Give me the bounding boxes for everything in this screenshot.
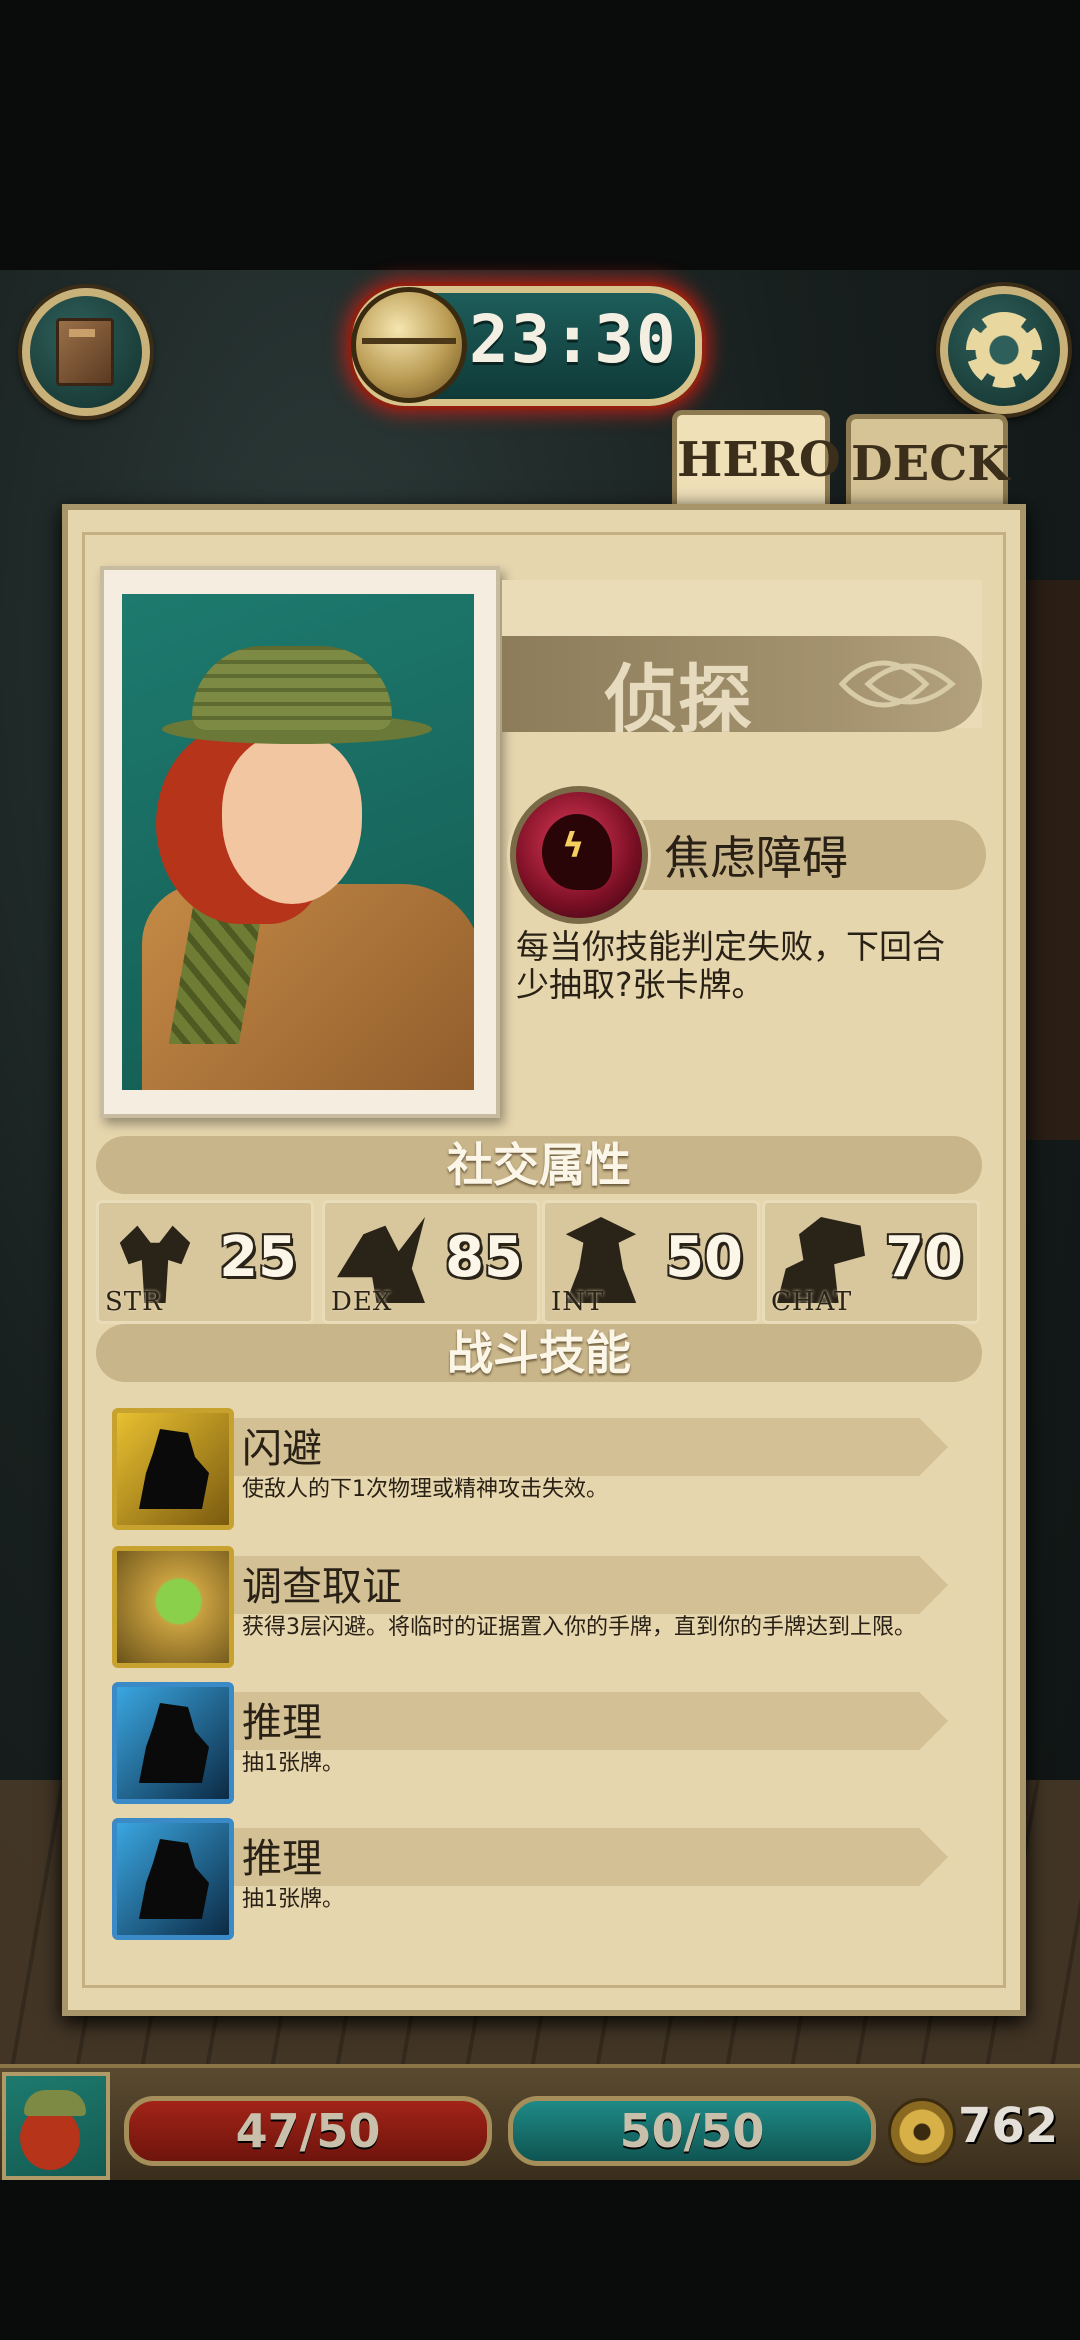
skill-name: 推理 [242, 1836, 322, 1882]
magnifier-icon [112, 1546, 234, 1668]
settings-button[interactable] [940, 286, 1068, 414]
deduction-icon [112, 1818, 234, 1940]
trait-name: 焦虑障碍 [664, 831, 848, 885]
hero-class-name: 侦探 [604, 657, 752, 743]
stat-str[interactable]: STR 25 [96, 1200, 314, 1324]
skill-name: 调查取证 [242, 1564, 402, 1610]
skill-description: 抽1张牌。 [242, 1751, 344, 1776]
tab-hero[interactable]: HERO [672, 410, 841, 519]
timer-text: 23:30 [469, 301, 678, 378]
skill-investigate[interactable]: 调查取证 获得3层闪避。将临时的证据置入你的手牌，直到你的手牌达到上限。 [108, 1546, 968, 1670]
detective-silhouette [139, 1703, 209, 1783]
skill-name-bar [228, 1418, 948, 1476]
sanity-bar: 50/50 [508, 2096, 876, 2166]
skill-name: 推理 [242, 1700, 322, 1746]
anxiety-trait-icon[interactable]: ϟ [510, 786, 648, 924]
skill-description: 使敌人的下1次物理或精神攻击失效。 [242, 1477, 608, 1502]
trait-description: 每当你技能判定失败，下回合少抽取?张卡牌。 [516, 927, 945, 1004]
portrait-hat [192, 646, 392, 730]
running-silhouette [139, 1429, 209, 1509]
stat-chat[interactable]: CHAT 70 [762, 1200, 980, 1324]
timer-orb-icon [351, 287, 467, 403]
stat-value: 85 [445, 1225, 523, 1290]
stat-abbr: INT [551, 1287, 605, 1317]
journal-button[interactable] [22, 288, 150, 416]
detective-silhouette [139, 1839, 209, 1919]
skill-name: 闪避 [242, 1426, 322, 1472]
tab-deck[interactable]: DECK [846, 414, 1009, 509]
hero-portrait-frame [100, 566, 500, 1118]
stat-abbr: STR [105, 1287, 163, 1317]
turn-timer: 23:30 [351, 286, 702, 406]
hero-avatar[interactable] [2, 2072, 110, 2180]
lightning-icon: ϟ [562, 826, 585, 866]
skill-name-bar [228, 1828, 948, 1886]
stat-abbr: CHAT [771, 1287, 853, 1317]
stat-abbr: DEX [331, 1287, 393, 1317]
health-bar: 47/50 [124, 2096, 492, 2166]
knot-ornament-icon [838, 660, 956, 708]
skill-name-bar [228, 1692, 948, 1750]
stat-int[interactable]: INT 50 [542, 1200, 760, 1324]
social-attributes-header: 社交属性 [96, 1136, 982, 1194]
stat-dex[interactable]: DEX 85 [322, 1200, 540, 1324]
skill-description: 获得3层闪避。将临时的证据置入你的手牌，直到你的手牌达到上限。 [242, 1615, 916, 1640]
stat-value: 25 [219, 1225, 297, 1290]
book-icon [56, 318, 114, 386]
deduction-icon [112, 1682, 234, 1804]
stat-value: 50 [665, 1225, 743, 1290]
skill-deduction[interactable]: 推理 抽1张牌。 [108, 1682, 968, 1806]
skill-dodge[interactable]: 闪避 使敌人的下1次物理或精神攻击失效。 [108, 1408, 968, 1532]
combat-skills-header: 战斗技能 [96, 1324, 982, 1382]
coin-count: 762 [958, 2098, 1059, 2154]
stat-value: 70 [885, 1225, 963, 1290]
hero-portrait [122, 594, 474, 1090]
dodge-icon [112, 1408, 234, 1530]
skill-deduction[interactable]: 推理 抽1张牌。 [108, 1818, 968, 1942]
avatar-hat [24, 2090, 86, 2116]
skill-description: 抽1张牌。 [242, 1887, 344, 1912]
gear-icon [966, 312, 1042, 388]
portrait-face [222, 734, 362, 904]
coin-icon [888, 2098, 956, 2166]
